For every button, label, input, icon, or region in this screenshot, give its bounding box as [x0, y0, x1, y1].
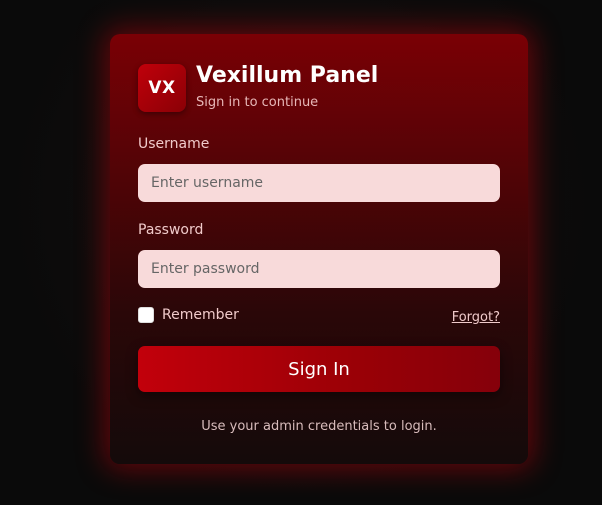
remember-checkbox[interactable]	[138, 307, 154, 323]
page-title: Vexillum Panel	[196, 63, 379, 88]
page-subtitle: Sign in to continue	[196, 95, 319, 110]
login-card: VX Vexillum Panel Sign in to continue Us…	[110, 34, 528, 464]
username-label: Username	[138, 136, 210, 152]
sign-in-button-label: Sign In	[288, 358, 350, 380]
brand-logo: VX	[138, 64, 186, 112]
username-input[interactable]	[138, 164, 500, 202]
sign-in-button[interactable]: Sign In	[138, 346, 500, 392]
password-label: Password	[138, 222, 204, 238]
password-input[interactable]	[138, 250, 500, 288]
remember-label: Remember	[162, 307, 239, 323]
page-background: VX Vexillum Panel Sign in to continue Us…	[0, 0, 602, 505]
credentials-hint: Use your admin credentials to login.	[201, 419, 437, 434]
brand-logo-text: VX	[148, 78, 176, 98]
forgot-password-link[interactable]: Forgot?	[452, 310, 500, 325]
remember-me-row[interactable]: Remember	[138, 307, 239, 323]
